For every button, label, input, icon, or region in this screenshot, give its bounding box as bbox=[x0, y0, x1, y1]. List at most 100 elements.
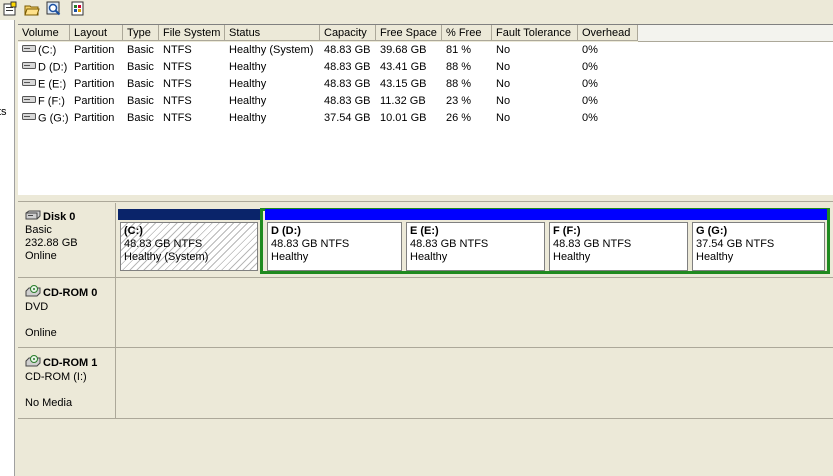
column-header-type[interactable]: Type bbox=[123, 25, 159, 41]
volume-row-d[interactable]: D (D:) Partition Basic NTFS Healthy 48.8… bbox=[18, 59, 833, 76]
disk-size bbox=[25, 314, 115, 327]
partition-status: Healthy bbox=[410, 251, 448, 263]
partition-body: F (F:) 48.83 GB NTFS Healthy bbox=[549, 222, 688, 271]
volume-type: Basic bbox=[127, 78, 154, 90]
cdrom-1-area bbox=[117, 348, 833, 418]
partition-c[interactable]: (C:) 48.83 GB NTFS Healthy (System) bbox=[118, 209, 260, 273]
partition-body: D (D:) 48.83 GB NTFS Healthy bbox=[267, 222, 402, 271]
column-header-row: Volume Layout Type File System Status Ca… bbox=[18, 25, 833, 42]
volume-drive-icon bbox=[22, 59, 36, 76]
volume-percent-free: 81 % bbox=[446, 44, 472, 56]
volume-drive-icon bbox=[22, 93, 36, 110]
volume-percent-free: 88 % bbox=[446, 78, 472, 90]
partition-status: Healthy bbox=[271, 251, 309, 263]
find-icon[interactable] bbox=[46, 1, 62, 17]
disk-label-disk-0[interactable]: Disk 0 Basic 232.88 GB Online bbox=[18, 203, 116, 277]
column-header-layout[interactable]: Layout bbox=[70, 25, 123, 41]
graphical-disk-view[interactable]: Disk 0 Basic 232.88 GB Online (C:) 48.83… bbox=[18, 203, 833, 476]
partition-size: 48.83 GB NTFS bbox=[410, 238, 489, 250]
partition-body: (C:) 48.83 GB NTFS Healthy (System) bbox=[120, 222, 258, 271]
disk-status: Online bbox=[25, 250, 57, 262]
volume-row-g[interactable]: G (G:) Partition Basic NTFS Healthy 37.5… bbox=[18, 110, 833, 127]
refresh-icon[interactable] bbox=[70, 1, 86, 17]
column-header-volume[interactable]: Volume bbox=[18, 25, 70, 41]
partition-size: 48.83 GB NTFS bbox=[271, 238, 350, 250]
column-header-capacity[interactable]: Capacity bbox=[320, 25, 376, 41]
volume-type: Basic bbox=[127, 95, 154, 107]
properties-icon[interactable] bbox=[2, 1, 18, 17]
disk-0-partition-area: (C:) 48.83 GB NTFS Healthy (System) D (D… bbox=[117, 203, 833, 277]
column-header-overhead[interactable]: Overhead bbox=[578, 25, 638, 41]
volume-percent-free: 26 % bbox=[446, 112, 472, 124]
partition-title: (C:) bbox=[124, 225, 143, 237]
volume-status: Healthy (System) bbox=[229, 44, 314, 56]
disk-row-cdrom-1[interactable]: CD-ROM 1 CD-ROM (I:) No Media bbox=[18, 348, 833, 419]
volume-layout: Partition bbox=[74, 78, 115, 90]
volume-status: Healthy bbox=[229, 112, 267, 124]
volume-fault-tolerance: No bbox=[496, 61, 511, 73]
partition-size: 48.83 GB NTFS bbox=[553, 238, 632, 250]
volume-name: (C:) bbox=[38, 44, 57, 57]
volume-overhead: 0% bbox=[582, 78, 598, 90]
volume-row-e[interactable]: E (E:) Partition Basic NTFS Healthy 48.8… bbox=[18, 76, 833, 93]
volume-capacity: 48.83 GB bbox=[324, 44, 371, 56]
volume-layout: Partition bbox=[74, 44, 115, 56]
disk-label-cdrom-1[interactable]: CD-ROM 1 CD-ROM (I:) No Media bbox=[18, 348, 116, 418]
toolbar bbox=[0, 0, 833, 20]
cdrom-0-area bbox=[117, 278, 833, 347]
column-header-file-system[interactable]: File System bbox=[159, 25, 225, 41]
partition-e[interactable]: E (E:) 48.83 GB NTFS Healthy bbox=[404, 209, 547, 273]
disk-name: CD-ROM 1 bbox=[43, 356, 98, 369]
volume-status: Healthy bbox=[229, 95, 267, 107]
volume-name: F (F:) bbox=[38, 95, 65, 108]
disk-name: CD-ROM 0 bbox=[43, 286, 98, 299]
partition-g[interactable]: G (G:) 37.54 GB NTFS Healthy bbox=[690, 209, 827, 273]
volume-file-system: NTFS bbox=[163, 95, 192, 107]
column-header-free-space[interactable]: Free Space bbox=[376, 25, 442, 41]
volume-drive-icon bbox=[22, 110, 36, 127]
volume-row-f[interactable]: F (F:) Partition Basic NTFS Healthy 48.8… bbox=[18, 93, 833, 110]
view-splitter[interactable] bbox=[18, 194, 833, 202]
partition-status: Healthy bbox=[553, 251, 591, 263]
column-header-status[interactable]: Status bbox=[225, 25, 320, 41]
disk-status: Online bbox=[25, 327, 57, 339]
disk-row-disk-0[interactable]: Disk 0 Basic 232.88 GB Online (C:) 48.83… bbox=[18, 203, 833, 278]
volume-free-space: 11.32 GB bbox=[380, 95, 426, 107]
volume-name: E (E:) bbox=[38, 78, 67, 91]
partition-bar bbox=[118, 209, 260, 220]
open-icon[interactable] bbox=[24, 1, 40, 17]
partition-f[interactable]: F (F:) 48.83 GB NTFS Healthy bbox=[547, 209, 690, 273]
disk-row-cdrom-0[interactable]: CD-ROM 0 DVD Online bbox=[18, 278, 833, 348]
disk-type: DVD bbox=[25, 301, 49, 313]
disk-type: Basic bbox=[25, 224, 52, 236]
volume-overhead: 0% bbox=[582, 44, 598, 56]
volume-overhead: 0% bbox=[582, 112, 598, 124]
cdrom-icon bbox=[25, 355, 41, 371]
column-header-percent-free[interactable]: % Free bbox=[442, 25, 492, 41]
tree-text-fragment: ts bbox=[0, 106, 7, 118]
cdrom-icon bbox=[25, 285, 41, 301]
volume-free-space: 10.01 GB bbox=[380, 112, 427, 124]
disk-type: CD-ROM (I:) bbox=[25, 371, 87, 383]
disk-label-cdrom-0[interactable]: CD-ROM 0 DVD Online bbox=[18, 278, 116, 347]
hard-disk-icon bbox=[25, 210, 41, 224]
volume-layout: Partition bbox=[74, 112, 115, 124]
partition-body: E (E:) 48.83 GB NTFS Healthy bbox=[406, 222, 545, 271]
volume-row-c[interactable]: (C:) Partition Basic NTFS Healthy (Syste… bbox=[18, 42, 833, 59]
volume-list[interactable]: Volume Layout Type File System Status Ca… bbox=[18, 24, 833, 195]
volume-capacity: 37.54 GB bbox=[324, 112, 371, 124]
partition-body: G (G:) 37.54 GB NTFS Healthy bbox=[692, 222, 825, 271]
disk-size: 232.88 GB bbox=[25, 237, 78, 249]
volume-layout: Partition bbox=[74, 61, 115, 73]
console-tree-pane[interactable]: ts bbox=[0, 20, 15, 476]
volume-percent-free: 88 % bbox=[446, 61, 472, 73]
partition-d[interactable]: D (D:) 48.83 GB NTFS Healthy bbox=[265, 209, 404, 273]
volume-fault-tolerance: No bbox=[496, 44, 511, 56]
volume-free-space: 43.15 GB bbox=[380, 78, 427, 90]
partition-bar bbox=[265, 209, 404, 220]
column-header-fault-tolerance[interactable]: Fault Tolerance bbox=[492, 25, 578, 41]
volume-free-space: 39.68 GB bbox=[380, 44, 427, 56]
column-header-filler bbox=[638, 25, 833, 42]
volume-free-space: 43.41 GB bbox=[380, 61, 427, 73]
volume-status: Healthy bbox=[229, 61, 267, 73]
